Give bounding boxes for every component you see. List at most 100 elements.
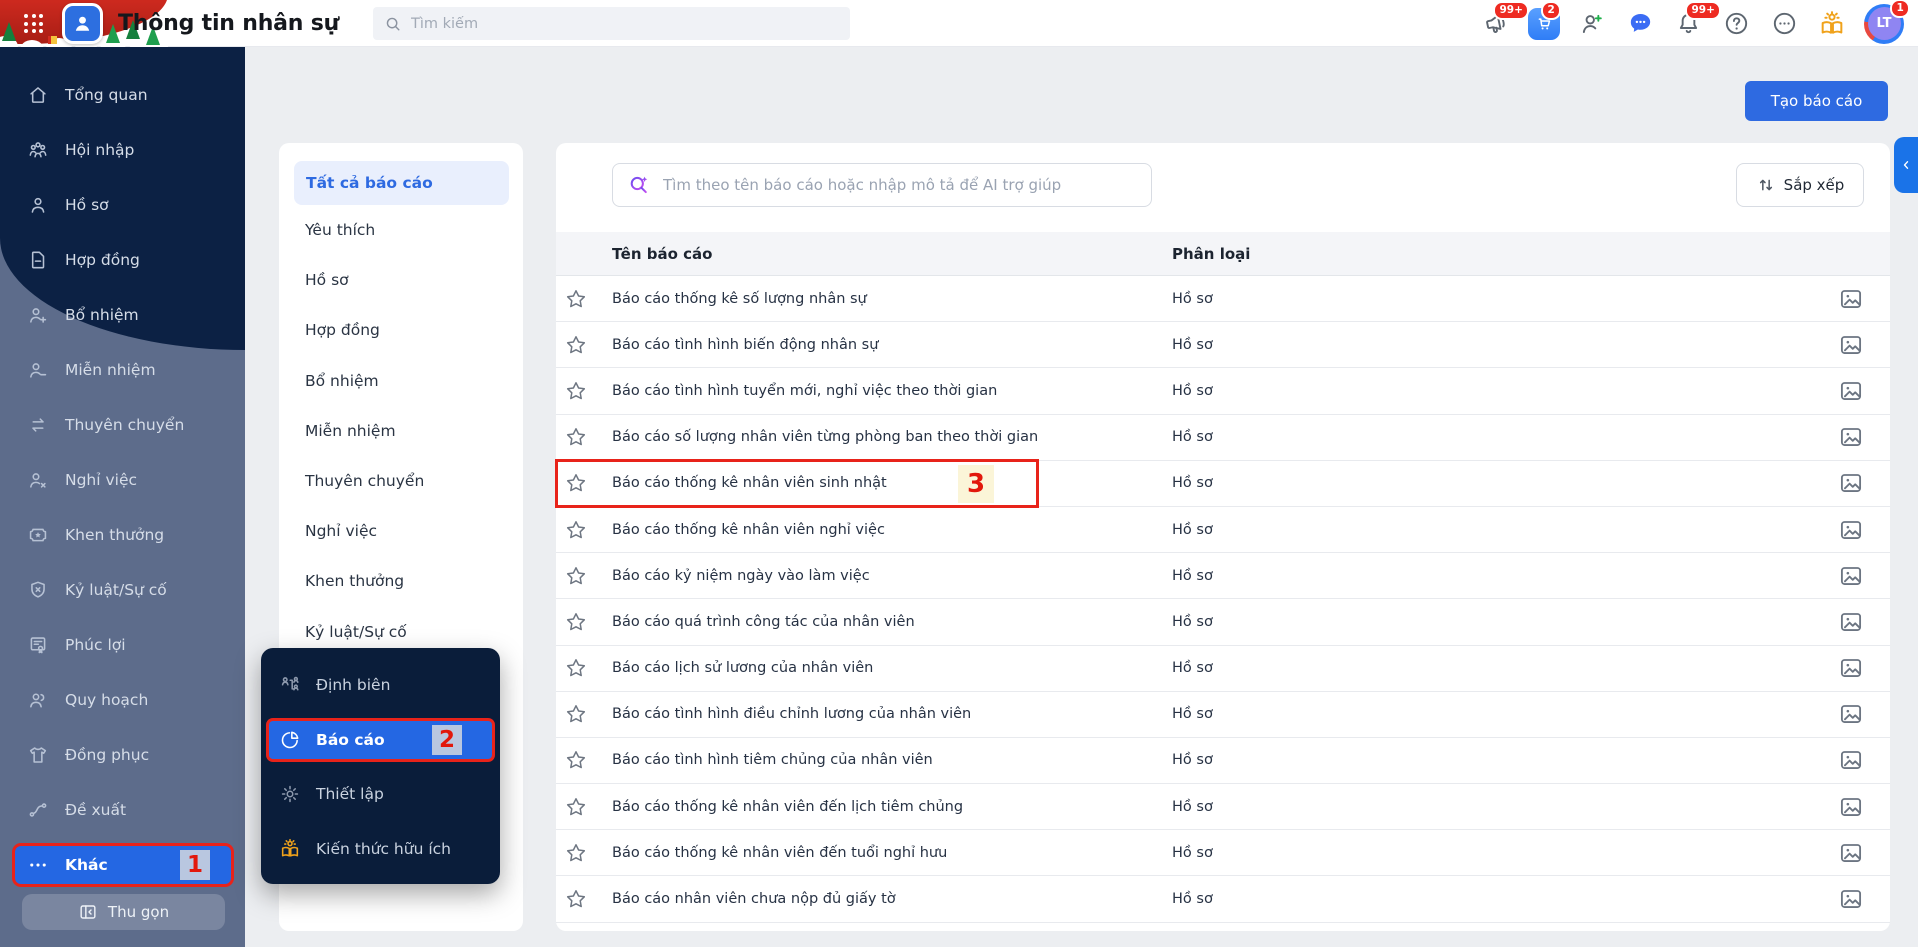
table-row[interactable]: Báo cáo tình hình điều chỉnh lương của n… bbox=[556, 692, 1890, 738]
report-name[interactable]: Báo cáo kỷ niệm ngày vào làm việc bbox=[612, 568, 870, 584]
flyout-item[interactable]: Báo cáo 2 bbox=[261, 713, 500, 768]
chart-preview-icon[interactable] bbox=[1838, 794, 1864, 820]
table-row[interactable]: Báo cáo tình hình tuyển mới, nghỉ việc t… bbox=[556, 368, 1890, 414]
megaphone-icon[interactable]: 99+ bbox=[1480, 8, 1512, 40]
sidebar-item[interactable]: Thuyên chuyển bbox=[0, 397, 245, 452]
report-nav-item[interactable]: Tất cả báo cáo bbox=[294, 161, 509, 205]
chart-preview-icon[interactable] bbox=[1838, 563, 1864, 589]
report-name[interactable]: Báo cáo thống kê số lượng nhân sự bbox=[612, 291, 867, 307]
chart-preview-icon[interactable] bbox=[1838, 609, 1864, 635]
favorite-star-icon[interactable] bbox=[564, 564, 588, 588]
chart-preview-icon[interactable] bbox=[1838, 840, 1864, 866]
favorite-star-icon[interactable] bbox=[564, 425, 588, 449]
report-name[interactable]: Báo cáo thống kê nhân viên sinh nhật bbox=[612, 475, 887, 491]
favorite-star-icon[interactable] bbox=[564, 518, 588, 542]
favorite-star-icon[interactable] bbox=[564, 702, 588, 726]
report-name[interactable]: Báo cáo thống kê nhân viên đến lịch tiêm… bbox=[612, 799, 963, 815]
report-nav-item[interactable]: Yêu thích bbox=[279, 205, 523, 255]
report-name[interactable]: Báo cáo tình hình điều chỉnh lương của n… bbox=[612, 706, 971, 722]
table-row[interactable]: Báo cáo thống kê nhân viên đến tuổi nghỉ… bbox=[556, 830, 1890, 876]
sidebar-item[interactable]: Khác 1 bbox=[0, 837, 245, 892]
knowledge-icon[interactable] bbox=[1816, 8, 1848, 40]
favorite-star-icon[interactable] bbox=[564, 841, 588, 865]
table-row[interactable]: Báo cáo thống kê nhân viên đến lịch tiêm… bbox=[556, 784, 1890, 830]
report-nav-item[interactable]: Hợp đồng bbox=[279, 305, 523, 355]
global-search[interactable] bbox=[373, 7, 850, 40]
app-logo-icon[interactable] bbox=[62, 3, 103, 44]
report-name[interactable]: Báo cáo lịch sử lương của nhân viên bbox=[612, 660, 873, 676]
favorite-star-icon[interactable] bbox=[564, 795, 588, 819]
report-name[interactable]: Báo cáo tình hình biến động nhân sự bbox=[612, 337, 878, 353]
report-name[interactable]: Báo cáo tình hình tiêm chủng của nhân vi… bbox=[612, 752, 933, 768]
report-name[interactable]: Báo cáo thống kê nhân viên đến tuổi nghỉ… bbox=[612, 845, 947, 861]
favorite-star-icon[interactable] bbox=[564, 471, 588, 495]
report-name[interactable]: Báo cáo tình hình tuyển mới, nghỉ việc t… bbox=[612, 383, 997, 399]
flyout-item[interactable]: Định biên bbox=[261, 658, 500, 713]
table-row[interactable]: Báo cáo số lượng nhân viên từng phòng ba… bbox=[556, 415, 1890, 461]
table-row[interactable]: Báo cáo thống kê nhân viên nghỉ việc Hồ … bbox=[556, 507, 1890, 553]
chart-preview-icon[interactable] bbox=[1838, 655, 1864, 681]
favorite-star-icon[interactable] bbox=[564, 379, 588, 403]
sidebar-item[interactable]: Hợp đồng bbox=[0, 232, 245, 287]
sidebar-item[interactable]: Nghỉ việc bbox=[0, 452, 245, 507]
ai-search-input[interactable] bbox=[663, 176, 1137, 194]
chart-preview-icon[interactable] bbox=[1838, 470, 1864, 496]
table-row[interactable]: Báo cáo lịch sử lương của nhân viên Hồ s… bbox=[556, 646, 1890, 692]
sidebar-item[interactable]: Đề xuất bbox=[0, 782, 245, 837]
create-report-button[interactable]: Tạo báo cáo bbox=[1745, 81, 1888, 121]
table-row[interactable]: Báo cáo thống kê số lượng nhân sự Hồ sơ bbox=[556, 276, 1890, 322]
chart-preview-icon[interactable] bbox=[1838, 747, 1864, 773]
sidebar-item[interactable]: Miễn nhiệm bbox=[0, 342, 245, 397]
global-search-input[interactable] bbox=[411, 16, 839, 32]
help-icon[interactable] bbox=[1720, 8, 1752, 40]
favorite-star-icon[interactable] bbox=[564, 656, 588, 680]
app-launcher-icon[interactable] bbox=[24, 14, 43, 33]
report-name[interactable]: Báo cáo quá trình công tác của nhân viên bbox=[612, 614, 915, 630]
chat-icon[interactable] bbox=[1624, 8, 1656, 40]
chart-preview-icon[interactable] bbox=[1838, 332, 1864, 358]
chart-preview-icon[interactable] bbox=[1838, 378, 1864, 404]
sort-button[interactable]: Sắp xếp bbox=[1736, 163, 1864, 207]
sidebar-item[interactable]: Quy hoạch bbox=[0, 672, 245, 727]
sidebar-item[interactable]: Tổng quan bbox=[0, 67, 245, 122]
flyout-item[interactable]: Thiết lập bbox=[261, 767, 500, 822]
report-nav-item[interactable]: Hồ sơ bbox=[279, 255, 523, 305]
right-panel-toggle[interactable] bbox=[1894, 137, 1918, 193]
report-nav-item[interactable]: Bổ nhiệm bbox=[279, 356, 523, 406]
user-avatar[interactable]: LT 1 bbox=[1864, 4, 1904, 44]
add-user-icon[interactable] bbox=[1576, 8, 1608, 40]
bell-icon[interactable]: 99+ bbox=[1672, 8, 1704, 40]
report-nav-item[interactable]: Thuyên chuyển bbox=[279, 456, 523, 506]
chart-preview-icon[interactable] bbox=[1838, 886, 1864, 912]
report-name[interactable]: Báo cáo nhân viên chưa nộp đủ giấy tờ bbox=[612, 891, 896, 907]
sidebar-item[interactable]: Đồng phục bbox=[0, 727, 245, 782]
favorite-star-icon[interactable] bbox=[564, 287, 588, 311]
flyout-item[interactable]: Kiến thức hữu ích bbox=[261, 822, 500, 877]
sidebar-item[interactable]: Bổ nhiệm bbox=[0, 287, 245, 342]
chart-preview-icon[interactable] bbox=[1838, 517, 1864, 543]
favorite-star-icon[interactable] bbox=[564, 610, 588, 634]
table-row[interactable]: Báo cáo quá trình công tác của nhân viên… bbox=[556, 599, 1890, 645]
favorite-star-icon[interactable] bbox=[564, 887, 588, 911]
report-nav-item[interactable]: Miễn nhiệm bbox=[279, 406, 523, 456]
report-name[interactable]: Báo cáo số lượng nhân viên từng phòng ba… bbox=[612, 429, 1038, 445]
sidebar-item[interactable]: Kỷ luật/Sự cố bbox=[0, 562, 245, 617]
sidebar-item[interactable]: Hồ sơ bbox=[0, 177, 245, 232]
chart-preview-icon[interactable] bbox=[1838, 701, 1864, 727]
chart-preview-icon[interactable] bbox=[1838, 424, 1864, 450]
chart-preview-icon[interactable] bbox=[1838, 286, 1864, 312]
favorite-star-icon[interactable] bbox=[564, 748, 588, 772]
table-row[interactable]: Báo cáo kỷ niệm ngày vào làm việc Hồ sơ bbox=[556, 553, 1890, 599]
store-cart-icon[interactable]: 2 bbox=[1528, 8, 1560, 40]
report-nav-item[interactable]: Khen thưởng bbox=[279, 556, 523, 606]
sidebar-item[interactable]: Khen thưởng bbox=[0, 507, 245, 562]
favorite-star-icon[interactable] bbox=[564, 333, 588, 357]
more-options-icon[interactable] bbox=[1768, 8, 1800, 40]
ai-report-search[interactable] bbox=[612, 163, 1152, 207]
report-name[interactable]: Báo cáo thống kê nhân viên nghỉ việc bbox=[612, 522, 885, 538]
table-row[interactable]: Báo cáo nhân viên chưa nộp đủ giấy tờ Hồ… bbox=[556, 876, 1890, 922]
collapse-sidebar-button[interactable]: Thu gọn bbox=[22, 894, 225, 930]
sidebar-item[interactable]: Phúc lợi bbox=[0, 617, 245, 672]
table-row[interactable]: Báo cáo tình hình tiêm chủng của nhân vi… bbox=[556, 738, 1890, 784]
sidebar-item[interactable]: Hội nhập bbox=[0, 122, 245, 177]
